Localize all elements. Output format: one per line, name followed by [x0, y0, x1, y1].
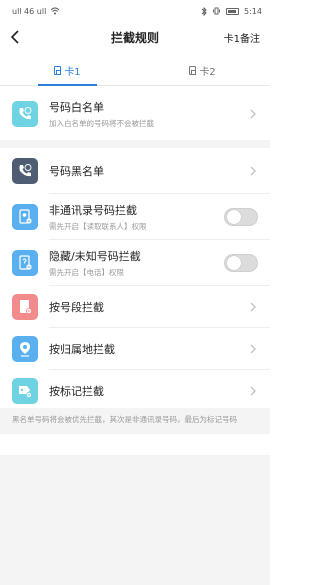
row-text: 号码白名单 加入白名单的号码将不会被拦截 [49, 99, 248, 129]
row-label: 按归属地拦截 [49, 343, 115, 356]
sim-card-icon [54, 66, 62, 75]
phone-smile-icon [12, 101, 38, 127]
chevron-right-icon [248, 107, 258, 121]
tab-card1-label: 卡1 [64, 67, 81, 78]
row-blacklist[interactable]: 号码黑名单 [0, 148, 270, 194]
hidden-unknown-toggle[interactable] [224, 254, 258, 272]
tab-card2-label: 卡2 [199, 67, 216, 78]
signal-text: ull 46 ull [12, 6, 47, 16]
location-pin-icon [12, 336, 38, 362]
non-contact-toggle[interactable] [224, 208, 258, 226]
row-sub: 需先开启【电话】权限 [49, 268, 124, 277]
chevron-right-icon [248, 384, 258, 398]
row-number-segment[interactable]: 按号段拦截 [0, 286, 270, 328]
title-bar: 拦截规则 卡1备注 [0, 22, 270, 52]
rule-list: 号码白名单 加入白名单的号码将不会被拦截 号码黑名单 非通讯录号码拦截 需先开启… [0, 86, 270, 412]
row-text: 按号段拦截 [49, 299, 248, 315]
row-label: 按号段拦截 [49, 301, 104, 314]
row-text: 按归属地拦截 [49, 341, 248, 357]
toggle-knob [227, 210, 241, 224]
row-text: 非通讯录号码拦截 需先开启【读取联系人】权限 [49, 202, 224, 232]
sim-card-icon [189, 66, 197, 75]
back-arrow-icon [10, 30, 19, 44]
phone-sad-icon [12, 158, 38, 184]
wifi-icon [50, 7, 60, 15]
chevron-right-icon [248, 342, 258, 356]
row-tag[interactable]: 按标记拦截 [0, 370, 270, 412]
status-left: ull 46 ull [12, 7, 60, 16]
row-non-contact[interactable]: 非通讯录号码拦截 需先开启【读取联系人】权限 [0, 194, 270, 240]
tag-icon [12, 378, 38, 404]
status-right: 5:14 [201, 6, 262, 16]
row-whitelist[interactable]: 号码白名单 加入白名单的号码将不会被拦截 [0, 88, 270, 140]
number-segment-icon [12, 294, 38, 320]
chevron-right-icon [248, 300, 258, 314]
row-label: 号码黑名单 [49, 165, 104, 178]
back-button[interactable] [10, 26, 32, 48]
vibrate-icon [213, 7, 220, 15]
card-note-button[interactable]: 卡1备注 [224, 30, 260, 45]
unknown-caller-icon [12, 250, 38, 276]
bluetooth-icon [201, 6, 207, 16]
row-label: 隐藏/未知号码拦截 [49, 250, 141, 263]
row-hidden-unknown[interactable]: 隐藏/未知号码拦截 需先开启【电话】权限 [0, 240, 270, 286]
row-label: 按标记拦截 [49, 385, 104, 398]
row-text: 号码黑名单 [49, 163, 248, 179]
row-sub: 加入白名单的号码将不会被拦截 [49, 119, 154, 128]
toggle-knob [227, 256, 241, 270]
status-bar: ull 46 ull 5:14 [0, 0, 270, 22]
sim-tabs: 卡1 卡2 [0, 56, 270, 86]
chevron-right-icon [248, 164, 258, 178]
contact-minus-icon [12, 204, 38, 230]
priority-note: 黑名单号码将会被优先拦截，其次是非通讯录号码，最后为标记号码 [0, 408, 270, 434]
row-sub: 需先开启【读取联系人】权限 [49, 222, 147, 231]
battery-icon [226, 7, 240, 15]
row-location[interactable]: 按归属地拦截 [0, 328, 270, 370]
row-label: 非通讯录号码拦截 [49, 204, 137, 217]
row-text: 按标记拦截 [49, 383, 248, 399]
page-background [0, 455, 270, 585]
tab-card1[interactable]: 卡1 [0, 56, 135, 86]
row-text: 隐藏/未知号码拦截 需先开启【电话】权限 [49, 248, 224, 278]
row-label: 号码白名单 [49, 101, 104, 114]
section-gap [0, 140, 270, 148]
clock: 5:14 [244, 6, 262, 16]
tab-card2[interactable]: 卡2 [135, 56, 270, 85]
